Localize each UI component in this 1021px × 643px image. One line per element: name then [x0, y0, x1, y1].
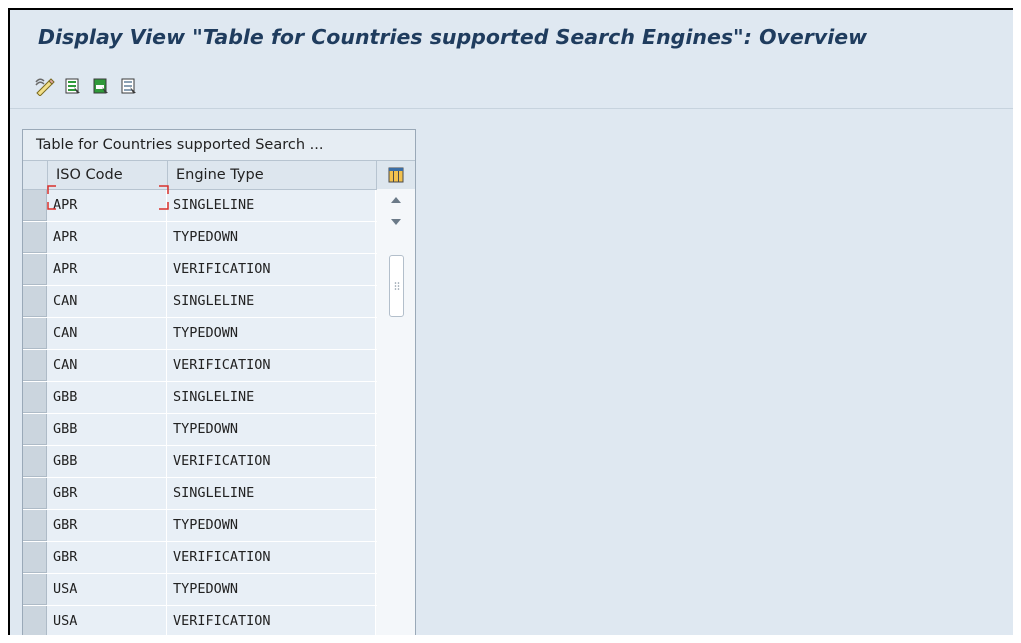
- column-header-engine-type[interactable]: Engine Type: [168, 161, 377, 189]
- table-row[interactable]: APR SINGLELINE: [23, 190, 415, 222]
- table-row[interactable]: GBB VERIFICATION: [23, 446, 415, 478]
- page-title: Display View "Table for Countries suppor…: [38, 25, 868, 49]
- select-block-button[interactable]: [90, 75, 112, 97]
- row-selector[interactable]: [23, 414, 47, 445]
- engine-type-cell[interactable]: SINGLELINE: [167, 286, 376, 317]
- table-control: Table for Countries supported Search ...…: [22, 129, 416, 635]
- row-selector[interactable]: [23, 382, 47, 413]
- iso-code-cell[interactable]: GBR: [47, 478, 167, 509]
- row-selector[interactable]: [23, 222, 47, 253]
- change-display-icon: [35, 78, 55, 96]
- iso-code-cell[interactable]: GBB: [47, 414, 167, 445]
- iso-code-cell[interactable]: APR: [47, 190, 167, 221]
- row-selector[interactable]: [23, 542, 47, 573]
- engine-type-cell[interactable]: VERIFICATION: [167, 446, 376, 477]
- column-header-iso-code[interactable]: ISO Code: [48, 161, 168, 189]
- engine-type-cell[interactable]: TYPEDOWN: [167, 510, 376, 541]
- row-selector[interactable]: [23, 318, 47, 349]
- iso-code-cell[interactable]: CAN: [47, 318, 167, 349]
- engine-type-cell[interactable]: SINGLELINE: [167, 382, 376, 413]
- table-settings-icon: [388, 167, 404, 183]
- engine-type-cell[interactable]: TYPEDOWN: [167, 574, 376, 605]
- table-row[interactable]: USA VERIFICATION: [23, 606, 415, 635]
- table-row[interactable]: GBR TYPEDOWN: [23, 510, 415, 542]
- table-header: ISO Code Engine Type: [23, 161, 415, 190]
- engine-type-cell[interactable]: VERIFICATION: [167, 606, 376, 635]
- content-area: Table for Countries supported Search ...…: [10, 109, 1013, 635]
- scroll-thumb[interactable]: [389, 255, 404, 317]
- row-selector[interactable]: [23, 478, 47, 509]
- table-row[interactable]: CAN TYPEDOWN: [23, 318, 415, 350]
- table-row[interactable]: GBR VERIFICATION: [23, 542, 415, 574]
- iso-code-cell[interactable]: USA: [47, 574, 167, 605]
- table-row[interactable]: USA TYPEDOWN: [23, 574, 415, 606]
- engine-type-cell[interactable]: TYPEDOWN: [167, 222, 376, 253]
- table-row[interactable]: APR VERIFICATION: [23, 254, 415, 286]
- engine-type-cell[interactable]: TYPEDOWN: [167, 318, 376, 349]
- iso-code-cell[interactable]: GBB: [47, 382, 167, 413]
- row-selector[interactable]: [23, 286, 47, 317]
- iso-code-cell[interactable]: USA: [47, 606, 167, 635]
- iso-code-cell[interactable]: GBR: [47, 510, 167, 541]
- table-row[interactable]: GBR SINGLELINE: [23, 478, 415, 510]
- scroll-up-button[interactable]: [377, 189, 415, 211]
- row-selector[interactable]: [23, 446, 47, 477]
- grip-icon: [394, 282, 399, 290]
- iso-code-cell[interactable]: APR: [47, 222, 167, 253]
- iso-code-cell[interactable]: GBR: [47, 542, 167, 573]
- row-selector[interactable]: [23, 190, 47, 221]
- table-settings-button[interactable]: [377, 161, 415, 189]
- select-all-button[interactable]: [62, 75, 84, 97]
- arrow-up-icon: [391, 197, 401, 203]
- select-all-icon: [65, 78, 80, 94]
- row-selector[interactable]: [23, 350, 47, 381]
- deselect-all-button[interactable]: [118, 75, 140, 97]
- table-caption: Table for Countries supported Search ...: [23, 130, 415, 161]
- row-selector[interactable]: [23, 254, 47, 285]
- engine-type-cell[interactable]: TYPEDOWN: [167, 414, 376, 445]
- engine-type-cell[interactable]: SINGLELINE: [167, 478, 376, 509]
- row-selector[interactable]: [23, 606, 47, 635]
- vertical-scrollbar[interactable]: [377, 189, 415, 635]
- iso-code-cell[interactable]: GBB: [47, 446, 167, 477]
- table-body: APR SINGLELINE APR TYPEDOWN APR VERIFICATION C…: [23, 185, 415, 635]
- iso-code-cell[interactable]: CAN: [47, 286, 167, 317]
- application-toolbar: [10, 64, 1013, 109]
- table-row[interactable]: GBB SINGLELINE: [23, 382, 415, 414]
- title-bar: Display View "Table for Countries suppor…: [10, 10, 1013, 64]
- row-selector[interactable]: [23, 510, 47, 541]
- deselect-all-icon: [121, 78, 136, 94]
- select-all-rows-cell[interactable]: [23, 161, 48, 189]
- engine-type-cell[interactable]: VERIFICATION: [167, 254, 376, 285]
- arrow-down-icon: [391, 219, 401, 225]
- change-display-button[interactable]: [34, 75, 56, 97]
- engine-type-cell[interactable]: SINGLELINE: [167, 190, 376, 221]
- row-selector[interactable]: [23, 574, 47, 605]
- iso-code-cell[interactable]: CAN: [47, 350, 167, 381]
- table-row[interactable]: CAN SINGLELINE: [23, 286, 415, 318]
- iso-code-cell[interactable]: APR: [47, 254, 167, 285]
- table-row[interactable]: CAN VERIFICATION: [23, 350, 415, 382]
- engine-type-cell[interactable]: VERIFICATION: [167, 350, 376, 381]
- engine-type-cell[interactable]: VERIFICATION: [167, 542, 376, 573]
- table-row[interactable]: GBB TYPEDOWN: [23, 414, 415, 446]
- table-row[interactable]: APR TYPEDOWN: [23, 222, 415, 254]
- sap-window: Display View "Table for Countries suppor…: [8, 8, 1013, 635]
- select-block-icon: [93, 78, 108, 94]
- scroll-down-button[interactable]: [377, 211, 415, 233]
